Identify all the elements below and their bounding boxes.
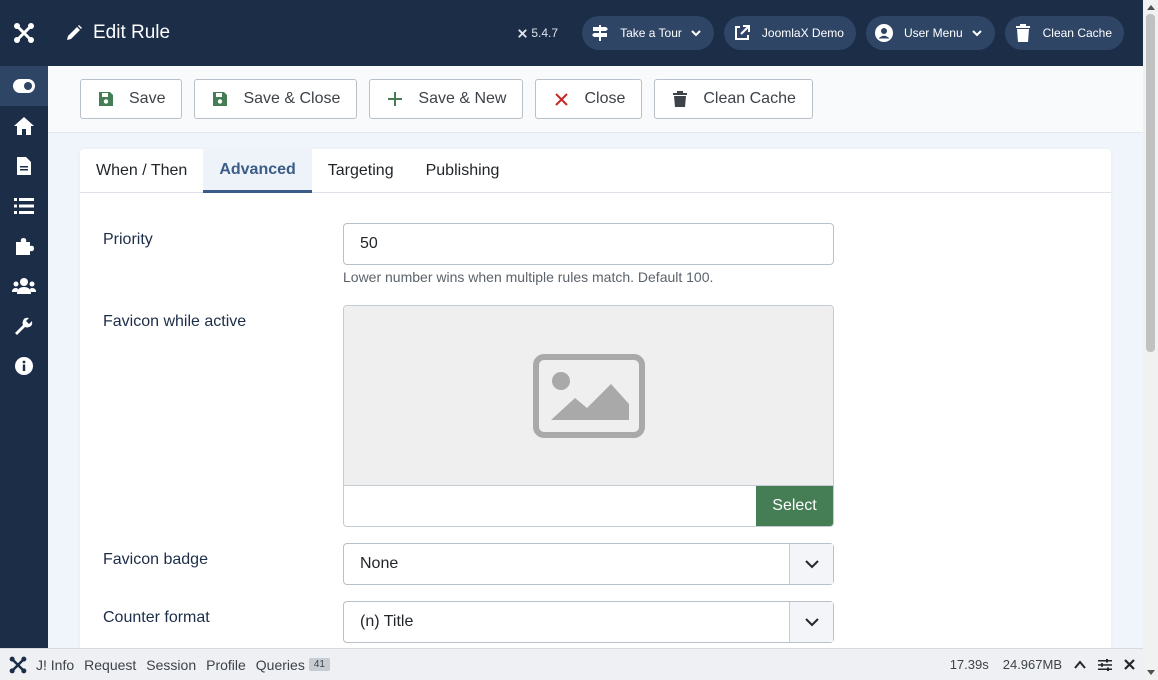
save-and-close-button[interactable]: Save & Close xyxy=(194,79,358,119)
wrench-icon xyxy=(15,317,33,335)
joomla-logo-icon xyxy=(9,656,27,673)
favicon-label: Favicon while active xyxy=(103,313,247,330)
puzzle-icon xyxy=(16,238,34,255)
version-text: 5.4.7 xyxy=(531,26,559,40)
favicon-preview xyxy=(344,306,833,486)
counter-select[interactable]: (n) Title xyxy=(343,601,834,643)
priority-help: Lower number wins when multiple rules ma… xyxy=(343,269,714,285)
joomla-logo-icon xyxy=(14,23,34,43)
sidebar-item-extensions[interactable] xyxy=(0,226,48,266)
favicon-select-button[interactable]: Select xyxy=(756,486,833,526)
close-icon xyxy=(552,90,570,108)
chevron-down-icon xyxy=(789,544,833,584)
debug-time: 17.39s xyxy=(949,657,989,672)
scroll-down-arrow-icon[interactable] xyxy=(1146,668,1155,677)
scroll-up-arrow-icon[interactable] xyxy=(1146,2,1155,11)
debug-tab-info[interactable]: J! Info xyxy=(36,657,74,673)
debug-tab-queries[interactable]: Queries 41 xyxy=(256,657,330,673)
debug-tab-request[interactable]: Request xyxy=(84,657,136,673)
chevron-down-icon xyxy=(789,602,833,642)
tab-when-then[interactable]: When / Then xyxy=(80,149,203,193)
priority-input[interactable]: 50 xyxy=(343,223,834,265)
favicon-path-input[interactable] xyxy=(344,486,756,526)
image-placeholder-icon xyxy=(532,353,645,438)
sidebar-item-menus[interactable] xyxy=(0,186,48,226)
sidebar-item-help[interactable] xyxy=(0,346,48,386)
trash-icon xyxy=(671,90,689,108)
tab-targeting[interactable]: Targeting xyxy=(312,149,410,193)
settings-sliders-icon[interactable] xyxy=(1098,658,1112,671)
chevron-down-icon xyxy=(971,30,982,37)
counter-label: Counter format xyxy=(103,609,210,626)
priority-label: Priority xyxy=(103,231,153,248)
page-scrollbar[interactable] xyxy=(1143,0,1158,680)
save-and-new-button[interactable]: Save & New xyxy=(369,79,524,119)
joomlax-demo-button[interactable]: JoomlaX Demo xyxy=(723,16,856,50)
badge-select-value: None xyxy=(360,555,399,572)
user-menu-button[interactable]: User Menu xyxy=(865,16,995,50)
sidebar-item-users[interactable] xyxy=(0,266,48,306)
edit-form-card: When / Then Advanced Targeting Publishin… xyxy=(80,149,1111,669)
sidebar-item-content[interactable] xyxy=(0,146,48,186)
header: Edit Rule 5.4.7 Take a Tour JoomlaX Demo xyxy=(0,0,1143,66)
debug-tab-session[interactable]: Session xyxy=(146,657,196,673)
save-button[interactable]: Save xyxy=(80,79,183,119)
tab-advanced[interactable]: Advanced xyxy=(203,149,312,193)
floppy-disk-icon xyxy=(97,90,115,108)
version-info: 5.4.7 xyxy=(517,26,558,40)
badge-label: Favicon badge xyxy=(103,551,208,568)
signpost-icon xyxy=(590,23,610,43)
favicon-media-field: Select xyxy=(343,305,834,527)
sidebar-item-toggle[interactable] xyxy=(0,66,48,106)
tab-publishing[interactable]: Publishing xyxy=(410,149,516,193)
page-title: Edit Rule xyxy=(64,22,170,44)
plus-icon xyxy=(386,90,404,108)
tab-bar: When / Then Advanced Targeting Publishin… xyxy=(80,149,1111,193)
external-link-icon xyxy=(732,23,752,43)
sidebar xyxy=(0,66,48,648)
close-button[interactable]: Close xyxy=(535,79,643,119)
joomla-logo[interactable] xyxy=(0,0,48,66)
sidebar-item-system[interactable] xyxy=(0,306,48,346)
trash-icon xyxy=(1013,23,1033,43)
counter-select-value: (n) Title xyxy=(360,613,414,630)
clean-cache-header-button[interactable]: Clean Cache xyxy=(1004,16,1124,50)
queries-count-badge: 41 xyxy=(308,658,330,671)
sidebar-item-home[interactable] xyxy=(0,106,48,146)
page-title-text: Edit Rule xyxy=(93,22,171,43)
file-icon xyxy=(17,157,31,175)
chevron-up-icon[interactable] xyxy=(1074,659,1086,670)
clean-cache-button[interactable]: Clean Cache xyxy=(654,79,813,119)
users-icon xyxy=(12,278,36,294)
info-icon xyxy=(15,357,33,375)
chevron-down-icon xyxy=(691,30,701,37)
debug-tab-profile[interactable]: Profile xyxy=(206,657,246,673)
pencil-icon xyxy=(67,25,82,40)
toolbar: Save Save & Close Save & New Close Clean… xyxy=(48,66,1143,133)
debug-memory: 24.967MB xyxy=(1002,657,1062,672)
toggle-icon xyxy=(13,79,35,93)
list-icon xyxy=(14,198,34,214)
debug-bar: J! Info Request Session Profile Queries … xyxy=(0,648,1143,680)
joomla-small-icon xyxy=(518,28,527,38)
joomla-debug-logo[interactable] xyxy=(0,655,36,675)
take-a-tour-button[interactable]: Take a Tour xyxy=(582,16,714,50)
close-icon[interactable] xyxy=(1124,659,1135,670)
scrollbar-thumb[interactable] xyxy=(1146,14,1155,352)
user-icon xyxy=(874,23,894,43)
home-icon xyxy=(14,117,34,135)
badge-select[interactable]: None xyxy=(343,543,834,585)
floppy-disk-icon xyxy=(211,90,229,108)
